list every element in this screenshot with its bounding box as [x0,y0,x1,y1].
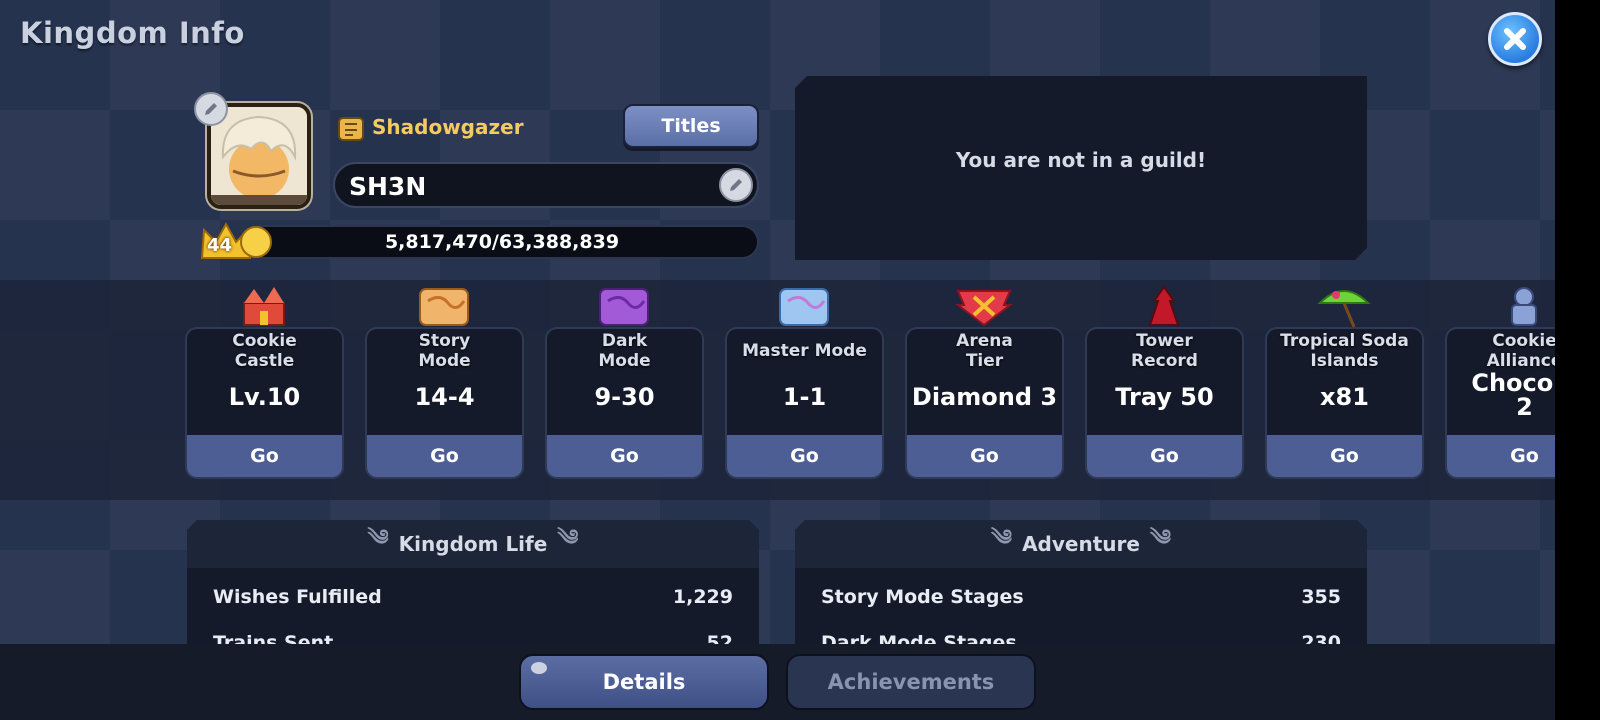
kingdom-life-panel: ༄ Kingdom Life ༄ Wishes Fulfilled 1,229 … [187,520,759,644]
tower-icon [1148,285,1180,326]
row-label: Story Mode Stages [821,586,1024,608]
list-item: Story Mode Stages 355 [821,586,1341,616]
stat-value: Chocola [1471,369,1555,397]
stat-label: Master Mode [742,341,867,361]
stat-label: Cookie [232,331,297,351]
dark-map-icon [599,288,649,326]
screen-edge [1555,0,1600,720]
stat-label: Mode [598,351,651,371]
cookie-portrait-icon [211,107,307,205]
stat-card-story-mode: Story Mode 14-4 Go [365,288,524,479]
row-label: Wishes Fulfilled [213,586,382,608]
stat-value: Tray 50 [1115,383,1214,411]
flourish-left-icon: ༄ [367,526,389,551]
stat-label: Castle [234,351,295,371]
stat-label: Story [418,331,471,351]
adventure-panel: ༄ Adventure ༄ Story Mode Stages 355 Dark… [795,520,1367,644]
player-name: SH3N [349,172,427,201]
stat-value: 2 [1516,393,1533,421]
story-map-icon [419,288,469,326]
stat-card-cookie-castle: Cookie Castle Lv.10 Go [185,287,344,479]
exp-text: 5,817,470/63,388,839 [384,231,620,253]
stat-value: 14-4 [414,383,475,411]
arena-shield-icon [955,290,1013,327]
bottom-tab-bar [0,644,1555,720]
tab-label: Achievements [827,670,995,694]
row-value: 52 [706,632,733,644]
go-button[interactable]: Go [185,435,344,479]
master-map-icon [779,288,829,326]
close-button[interactable] [1488,12,1542,66]
go-button[interactable]: Go [1445,435,1555,479]
stat-label: Dark [601,331,648,351]
titles-button[interactable]: Titles [623,104,759,148]
stat-card-tropical-soda-islands: Tropical Soda Islands x81 Go [1265,290,1424,479]
player-level: 44 [207,235,233,256]
tab-details[interactable]: Details [519,654,769,710]
stat-value: Lv.10 [228,383,301,411]
stat-label: Record [1131,351,1198,371]
go-button[interactable]: Go [725,435,884,479]
stat-label: Arena [956,331,1013,351]
player-title: Shadowgazer [372,115,524,139]
title-badge-icon [335,114,367,148]
stat-card-tower-record: Tower Record Tray 50 Go [1085,285,1244,479]
list-item: Trains Sent 52 [213,632,733,644]
island-umbrella-icon [1317,290,1371,327]
row-value: 355 [1301,586,1341,608]
go-button[interactable]: Go [1085,435,1244,479]
castle-icon [243,287,285,326]
pencil-icon [730,179,742,191]
close-icon [1504,28,1526,50]
tab-label: Details [602,670,686,694]
stat-card-master-mode: Master Mode 1-1 Go [725,288,884,479]
stat-label: Alliance [1486,351,1555,371]
panel-title: Adventure [1022,532,1140,556]
panel-title: Kingdom Life [398,532,548,556]
row-value: 230 [1301,632,1341,644]
stat-label: Islands [1310,351,1379,371]
alliance-statue-icon [1511,287,1537,326]
pencil-icon [205,103,217,115]
stat-value: 1-1 [782,383,827,411]
stat-value: Diamond 3 [911,383,1058,411]
flourish-right-icon: ༄ [557,526,579,551]
stat-card-dark-mode: Dark Mode 9-30 Go [545,288,704,479]
edit-name-button[interactable] [719,168,753,202]
list-item: Dark Mode Stages 230 [821,632,1341,644]
edit-avatar-button[interactable] [194,92,228,126]
page-title: Kingdom Info [20,16,245,50]
stat-label: Tower [1136,331,1193,351]
go-button[interactable]: Go [545,435,704,479]
stat-value: x81 [1320,383,1369,411]
go-button[interactable]: Go [1265,435,1424,479]
stat-card-arena-tier: Arena Tier Diamond 3 Go [905,290,1064,479]
player-name-field: SH3N [333,162,759,208]
stat-card-cookie-alliance: Cookie Alliance Chocola 2 Go [1445,287,1555,479]
stat-label: Tropical Soda [1280,331,1409,351]
flourish-left-icon: ༄ [991,526,1013,551]
row-label: Trains Sent [213,632,334,644]
tab-achievements[interactable]: Achievements [786,654,1036,710]
stat-value: 9-30 [594,383,655,411]
stat-label: Mode [418,351,471,371]
list-item: Wishes Fulfilled 1,229 [213,586,733,616]
row-value: 1,229 [672,586,733,608]
go-button[interactable]: Go [905,435,1064,479]
exp-bar: 5,817,470/63,388,839 [245,225,759,259]
row-label: Dark Mode Stages [821,632,1017,644]
stat-label: Tier [965,351,1004,371]
flourish-right-icon: ༄ [1149,526,1171,551]
kingdom-info-screen: Kingdom Info Shadowgazer Titles SH3N 5,8… [0,0,1555,720]
guild-panel: You are not in a guild! [795,76,1367,260]
stat-label: Cookie [1492,331,1555,351]
go-button[interactable]: Go [365,435,524,479]
guild-message: You are not in a guild! [955,148,1207,172]
